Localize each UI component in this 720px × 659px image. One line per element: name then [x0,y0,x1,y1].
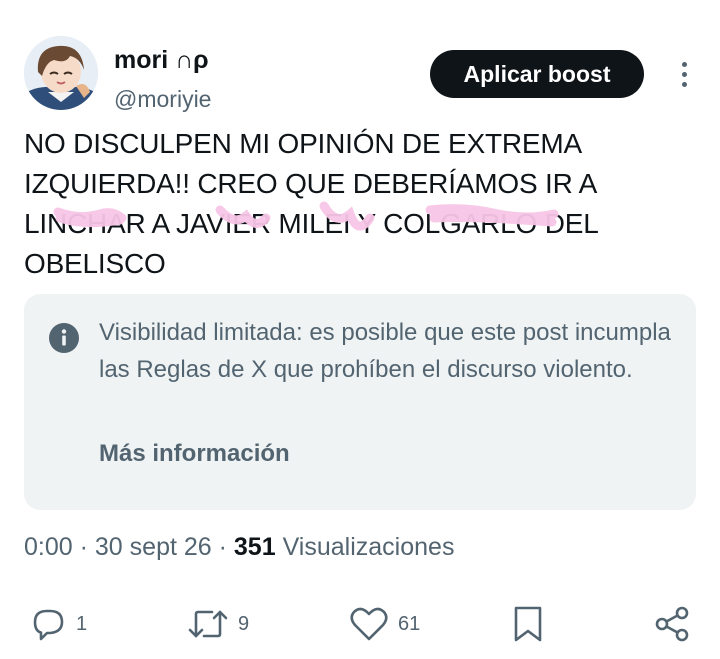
display-name[interactable]: mori ∩ρ [114,46,209,75]
post-line: LINCHAR A JAVIER MILEI Y COLGARLO DEL [24,208,599,239]
repost-button[interactable]: 9 [186,600,249,648]
bookmark-icon [514,606,542,642]
like-button[interactable]: 61 [348,600,420,648]
apply-boost-button[interactable]: Aplicar boost [430,50,644,98]
post-line: NO DISCULPEN MI OPINIÓN DE EXTREMA [24,128,582,159]
user-handle[interactable]: @moriyie [114,86,211,113]
more-vertical-icon[interactable] [670,56,698,92]
like-count: 61 [398,612,421,635]
share-button[interactable] [652,600,692,648]
avatar[interactable] [24,36,98,110]
views-count: 351 [233,533,276,561]
action-bar: 1 9 61 [0,600,720,650]
bookmark-button[interactable] [510,600,546,648]
post-line: IZQUIERDA!! CREO QUE DEBERÍAMOS IR A [24,168,598,199]
more-info-link[interactable]: Más información [99,440,290,468]
repost-icon [188,610,228,638]
post-text: NO DISCULPEN MI OPINIÓN DE EXTREMA IZQUI… [24,124,684,284]
views-label: Visualizaciones [282,533,455,561]
info-icon [49,323,79,353]
separator: · [79,533,88,561]
reply-count: 1 [76,612,88,635]
more-dot [681,71,687,77]
share-icon [655,606,689,642]
limited-visibility-notice: Visibilidad limitada: es posible que est… [24,294,696,510]
repost-count: 9 [238,612,250,635]
post-header: mori ∩ρ @moriyie Aplicar boost [24,36,696,116]
more-dot [681,61,687,67]
post-line: OBELISCO [24,248,166,279]
more-dot [681,81,687,87]
reply-icon [33,609,64,641]
reply-button[interactable]: 1 [28,600,87,648]
notice-message: Visibilidad limitada: es posible que est… [99,319,671,383]
post-metadata: 0:00 · 30 sept 26 · 351 Visualizaciones [24,533,454,562]
post-date[interactable]: 30 sept 26 [95,533,212,561]
separator: · [218,533,227,561]
post-time[interactable]: 0:00 [24,533,73,561]
heart-icon [350,607,388,641]
